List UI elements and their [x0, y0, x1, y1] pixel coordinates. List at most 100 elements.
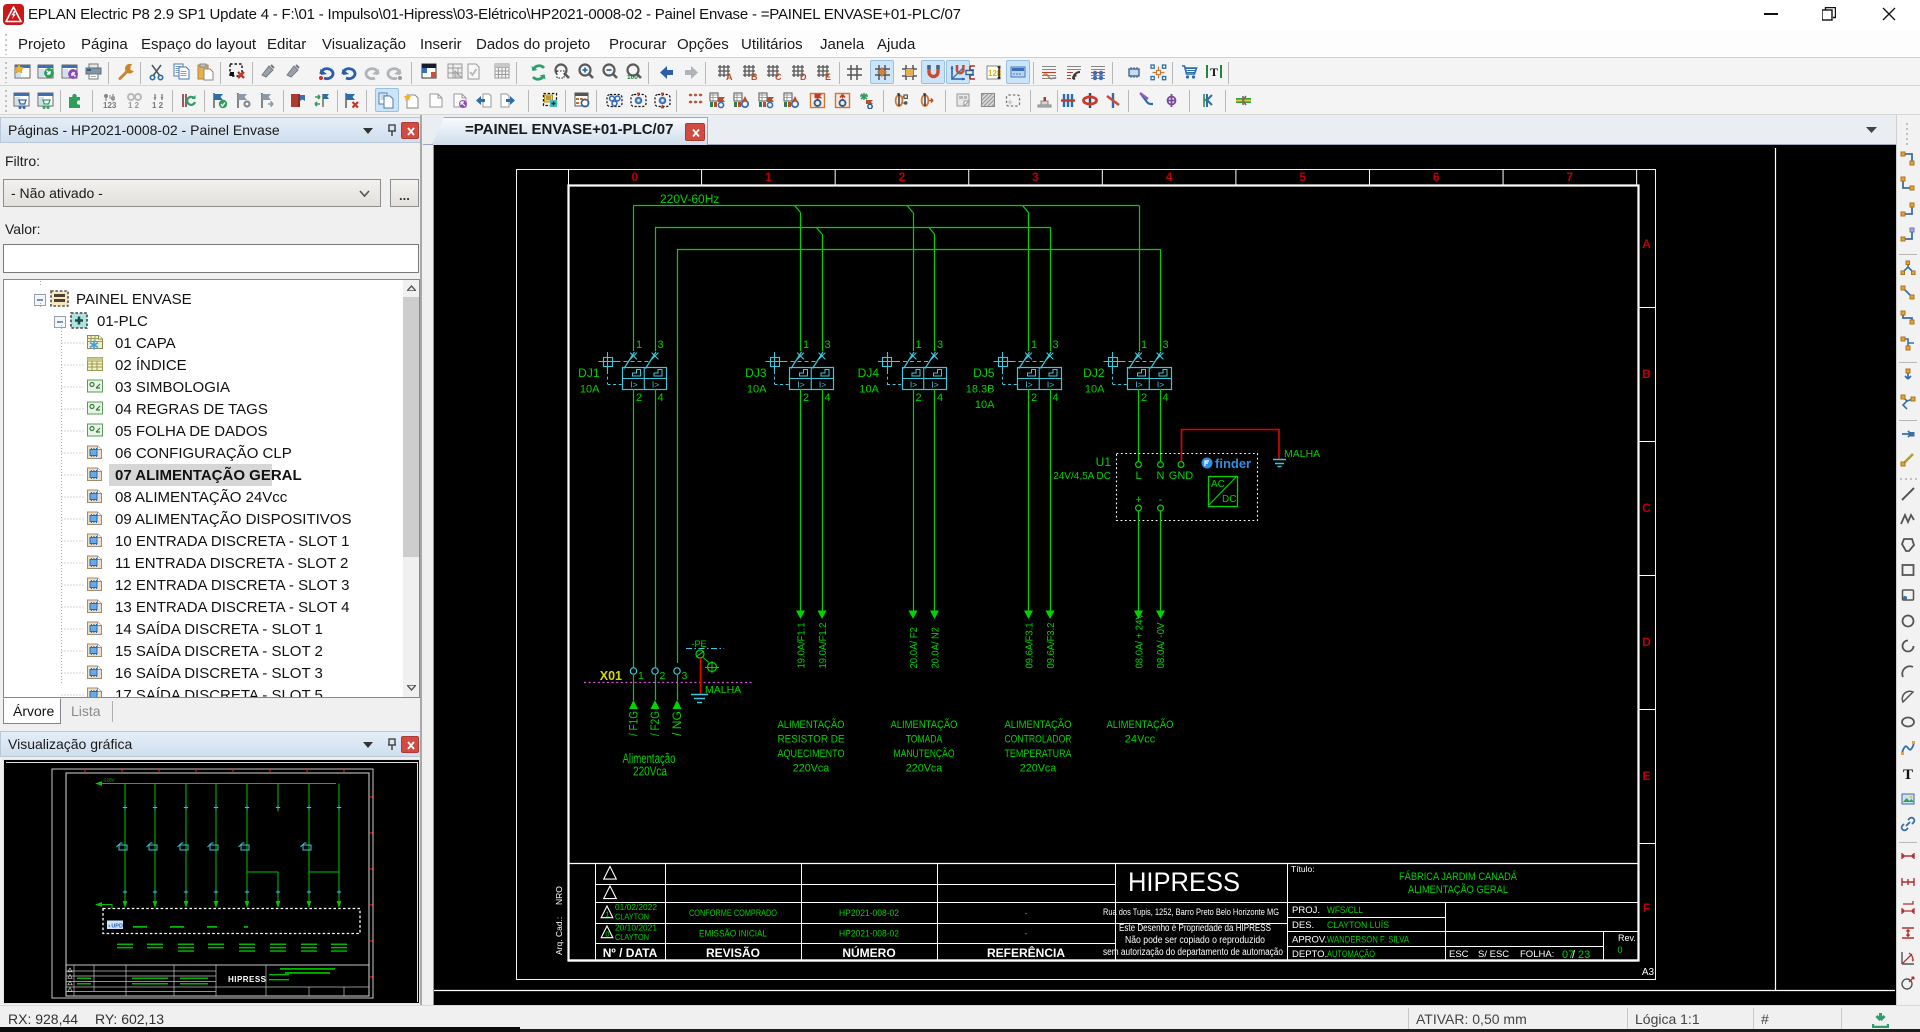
- svg-text:220V-60Hz: 220V-60Hz: [660, 192, 719, 206]
- svg-text:DJ1: DJ1: [578, 366, 600, 380]
- svg-text:2: 2: [636, 392, 642, 404]
- svg-text:ALIMENTAÇÃO: ALIMENTAÇÃO: [1004, 718, 1071, 731]
- svg-text:6: 6: [1433, 170, 1440, 184]
- svg-text:0: 0: [1617, 945, 1622, 955]
- svg-text:GND: GND: [1169, 470, 1194, 482]
- svg-text:CLAYTON: CLAYTON: [615, 912, 649, 922]
- svg-text:N: N: [1157, 470, 1165, 482]
- svg-text:09.6A/F3.2: 09.6A/F3.2: [1045, 622, 1057, 668]
- svg-text:A: A: [726, 72, 733, 81]
- svg-text:10A: 10A: [859, 384, 879, 396]
- svg-text:F: F: [1643, 901, 1650, 915]
- svg-text:10A: 10A: [747, 384, 767, 396]
- svg-text:08.0A/ -0V: 08.0A/ -0V: [1155, 623, 1167, 669]
- svg-text:Este Desenho é Propriedade da: Este Desenho é Propriedade da HIPRESS: [1119, 923, 1271, 934]
- svg-text:C: C: [775, 72, 782, 81]
- svg-text:AQUECIMENTO: AQUECIMENTO: [777, 748, 844, 760]
- svg-text:220Vca: 220Vca: [633, 764, 668, 779]
- svg-text:A3: A3: [1642, 967, 1655, 978]
- svg-text:I>: I>: [652, 380, 659, 390]
- svg-text:D: D: [1642, 635, 1651, 649]
- svg-text:1: 1: [605, 910, 609, 919]
- svg-text:B: B: [1642, 367, 1651, 381]
- svg-text:I>: I>: [819, 380, 826, 390]
- svg-text:10A: 10A: [975, 399, 995, 411]
- svg-text:3: 3: [937, 339, 943, 351]
- svg-text:REFERÊNCIA: REFERÊNCIA: [987, 945, 1065, 960]
- svg-text:DJ2: DJ2: [1083, 366, 1105, 380]
- svg-text:DES.: DES.: [1292, 920, 1314, 931]
- svg-text:1 2: 1 2: [152, 101, 164, 109]
- svg-text:10A: 10A: [580, 384, 600, 396]
- svg-text:AUTOMAÇÃO: AUTOMAÇÃO: [1327, 949, 1375, 959]
- svg-text:ALIMENTAÇÃO: ALIMENTAÇÃO: [777, 718, 844, 731]
- svg-text:I>: I>: [1025, 380, 1032, 390]
- svg-text:DJ3: DJ3: [745, 366, 767, 380]
- svg-text:2: 2: [899, 170, 906, 184]
- svg-text:ALIMENTAÇÃO GERAL: ALIMENTAÇÃO GERAL: [1408, 883, 1508, 896]
- svg-text:FOLHA:: FOLHA:: [1520, 949, 1554, 960]
- svg-text:MANUTENÇÃO: MANUTENÇÃO: [894, 747, 955, 760]
- svg-text:-: -: [1024, 908, 1027, 919]
- svg-text:-PE: -PE: [691, 639, 706, 649]
- svg-text:1: 1: [636, 339, 642, 351]
- svg-text:T: T: [1210, 65, 1218, 79]
- svg-text:2: 2: [803, 392, 809, 404]
- svg-text:Rev.: Rev.: [1618, 933, 1636, 943]
- svg-text:RESISTOR DE: RESISTOR DE: [777, 734, 844, 746]
- svg-text:1: 1: [916, 339, 922, 351]
- svg-text:4: 4: [825, 392, 831, 404]
- svg-text:T: T: [1903, 767, 1913, 781]
- svg-text:MALHA: MALHA: [705, 684, 741, 696]
- svg-text:ESC: ESC: [1449, 949, 1469, 960]
- svg-text:1: 1: [1141, 339, 1147, 351]
- svg-text:I>: I>: [910, 380, 917, 390]
- svg-text:Não pode ser copiado o reprodu: Não pode ser copiado o reproduzido: [1125, 935, 1265, 946]
- svg-text:finder: finder: [1215, 456, 1251, 471]
- svg-text:ALIMENTAÇÃO: ALIMENTAÇÃO: [890, 718, 957, 731]
- svg-text:C: C: [1642, 501, 1651, 515]
- svg-text:0: 0: [631, 170, 638, 184]
- svg-text:100: 100: [627, 74, 638, 81]
- svg-text:FÁBRICA JARDIM CANADÁ: FÁBRICA JARDIM CANADÁ: [1399, 870, 1518, 883]
- svg-text:4: 4: [658, 392, 664, 404]
- svg-text:ALIMENTAÇÃO: ALIMENTAÇÃO: [1106, 718, 1173, 731]
- svg-text:24Vcc: 24Vcc: [1125, 734, 1156, 746]
- svg-text:220V: 220V: [104, 778, 115, 783]
- svg-text:2: 2: [916, 392, 922, 404]
- svg-text:3: 3: [1032, 170, 1039, 184]
- svg-text:L: L: [1135, 470, 1141, 482]
- svg-text:X01: X01: [600, 669, 622, 683]
- svg-text:REVISÃO: REVISÃO: [706, 945, 760, 960]
- svg-text:19.0A/F1.2: 19.0A/F1.2: [817, 622, 829, 668]
- svg-text:3: 3: [1053, 339, 1059, 351]
- svg-text:Rua dos Tupis, 1252, Barro Pre: Rua dos Tupis, 1252, Barro Preto Belo Ho…: [1103, 907, 1279, 917]
- svg-text:220Vca: 220Vca: [793, 763, 830, 775]
- svg-text:1: 1: [638, 670, 644, 682]
- svg-text:B: B: [751, 72, 758, 81]
- svg-text:/: /: [1572, 949, 1576, 961]
- svg-text:WANDERSON F. SILVA: WANDERSON F. SILVA: [1327, 935, 1409, 945]
- svg-text:HIPRESS: HIPRESS: [228, 975, 267, 984]
- svg-text:0: 0: [605, 930, 609, 939]
- svg-text:2: 2: [1031, 392, 1037, 404]
- svg-text:3: 3: [682, 670, 688, 682]
- svg-text:S/ ESC: S/ ESC: [1478, 949, 1509, 960]
- svg-text:3: 3: [658, 339, 664, 351]
- svg-text:/ F2G: / F2G: [650, 711, 662, 736]
- svg-text:18.3B: 18.3B: [966, 384, 995, 396]
- svg-text:Título:: Título:: [1291, 864, 1315, 874]
- svg-text:123: 123: [103, 101, 117, 109]
- svg-text:3: 3: [1163, 339, 1169, 351]
- svg-text:1 2: 1 2: [128, 101, 140, 109]
- svg-text:CLAYTON LUÍS: CLAYTON LUÍS: [1327, 920, 1389, 930]
- svg-text:4: 4: [1166, 170, 1173, 184]
- svg-text:1: 1: [803, 339, 809, 351]
- svg-text:19.0A/F1.1: 19.0A/F1.1: [795, 622, 807, 668]
- svg-text:09.6A/F3.1: 09.6A/F3.1: [1023, 622, 1035, 668]
- svg-text:20/10/2021: 20/10/2021: [615, 923, 657, 933]
- svg-text:5: 5: [1299, 170, 1306, 184]
- svg-text:U1: U1: [1096, 455, 1112, 469]
- svg-text:-: -: [1024, 929, 1027, 940]
- svg-text:+: +: [1135, 494, 1141, 506]
